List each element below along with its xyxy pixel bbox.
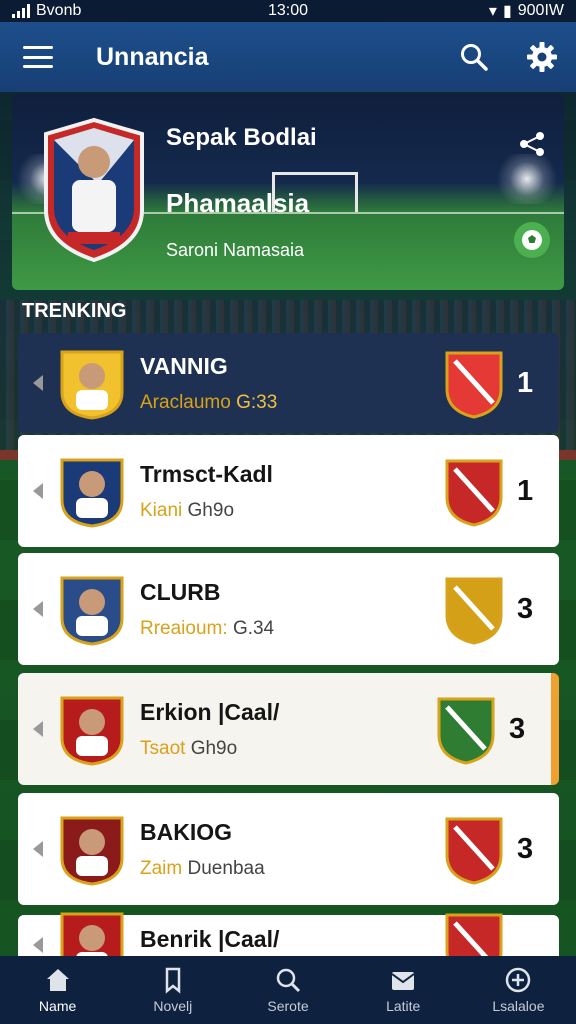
player-meta: Araclaumo G:33 (140, 392, 441, 414)
team-badge-icon (437, 697, 495, 765)
app-title: Unnancia (96, 42, 209, 71)
rank-number: 1 (517, 366, 534, 399)
player-name: Benrik |Caal/ (140, 925, 280, 952)
plus-circle-icon (506, 967, 531, 993)
player-club: Tsaot (140, 737, 186, 759)
nav-item-home[interactable]: Name (0, 956, 115, 1024)
rank-number: 3 (517, 832, 534, 865)
player-stat: Gh9o (190, 737, 238, 759)
player-stat: Gh9o (187, 499, 235, 521)
bottom-nav: Name Novelj Serote Latite Lsalaloe (0, 956, 576, 1024)
player-meta: Rreaioum: G.34 (140, 618, 441, 640)
section-title: TRENKING (22, 300, 127, 322)
ranking-row[interactable]: CLURB Rreaioum: G.34 3 (18, 553, 559, 665)
player-meta: Zaim Duenbaa (140, 858, 441, 880)
inbox-icon (391, 972, 415, 990)
player-club: Rreaioum: (140, 617, 228, 639)
player-avatar (60, 350, 124, 420)
ranking-row[interactable]: Erkion |Caal/ Tsaot Gh9o 3 (18, 673, 559, 785)
nav-item-bookmark[interactable]: Novelj (115, 956, 230, 1024)
player-avatar (60, 696, 124, 766)
search-icon (461, 44, 488, 71)
drag-handle-icon[interactable] (18, 333, 58, 433)
search-icon (276, 968, 301, 993)
player-club: Araclaumo (140, 391, 231, 413)
hero-caption: Saroni Namasaia (166, 240, 305, 260)
player-name: CLURB (140, 578, 221, 605)
hero-title: Sepak Bodlai (166, 124, 317, 151)
nav-label: Serote (267, 998, 309, 1014)
gear-icon (527, 42, 557, 72)
app-bar: Unnancia (0, 22, 576, 92)
player-avatar (60, 816, 124, 886)
player-club: Kiani (140, 499, 183, 521)
rank-number: 3 (517, 592, 534, 625)
player-avatar (60, 576, 124, 646)
floodlight (492, 154, 562, 204)
rank-number: 1 (517, 474, 534, 507)
player-name: Erkion |Caal/ (140, 698, 280, 725)
player-name: BAKIOG (140, 818, 232, 845)
home-icon (46, 969, 69, 991)
nav-item-inbox[interactable]: Latite (346, 956, 461, 1024)
team-badge-icon (445, 351, 503, 419)
team-badge-icon (445, 817, 503, 885)
nav-label: Novelj (153, 998, 193, 1014)
team-badge-icon (445, 459, 503, 527)
player-club: Zaim (140, 857, 183, 879)
club-crest-icon (44, 117, 144, 263)
team-badge-icon (445, 577, 503, 645)
drag-handle-icon[interactable] (18, 793, 58, 905)
nav-item-plus-circle[interactable]: Lsalaloe (461, 956, 576, 1024)
hero-banner[interactable]: Sepak Bodlai Phamaalsia Saroni Namasaia (12, 94, 564, 290)
status-time: 13:00 (267, 2, 309, 19)
drag-handle-icon[interactable] (18, 435, 58, 547)
search-button[interactable] (440, 22, 508, 92)
hero-subtitle: Phamaalsia (166, 188, 310, 218)
share-icon[interactable] (518, 130, 546, 158)
ranking-row[interactable]: Trmsct-Kadl Kiani Gh9o 1 (18, 435, 559, 547)
drag-handle-icon[interactable] (18, 673, 58, 785)
menu-button[interactable] (0, 22, 76, 92)
ranking-row[interactable]: BAKIOG Zaim Duenbaa 3 (18, 793, 559, 905)
player-avatar (60, 458, 124, 528)
player-stat: Duenbaa (187, 857, 265, 879)
player-stat: G.34 (232, 617, 275, 639)
player-meta: Tsaot Gh9o (140, 738, 433, 760)
ranking-row[interactable]: VANNIG Araclaumo G:33 1 (18, 333, 559, 433)
bookmark-icon (165, 967, 181, 994)
player-name: Trmsct-Kadl (140, 460, 273, 487)
nav-item-search[interactable]: Serote (230, 956, 345, 1024)
ball-button[interactable] (514, 222, 550, 258)
nav-label: Latite (386, 998, 421, 1014)
player-name: VANNIG (140, 352, 228, 379)
player-stat: G:33 (236, 391, 278, 413)
drag-handle-icon[interactable] (18, 553, 58, 665)
soccer-ball-icon (522, 230, 542, 250)
rank-number: 3 (509, 712, 526, 745)
status-bar: Bvonb 13:00 ▾ ▮ 900IW (0, 0, 576, 22)
nav-label: Lsalaloe (492, 998, 545, 1014)
player-meta: Kiani Gh9o (140, 500, 441, 522)
menu-icon (23, 46, 53, 68)
nav-label: Name (38, 998, 77, 1014)
settings-button[interactable] (508, 22, 576, 92)
